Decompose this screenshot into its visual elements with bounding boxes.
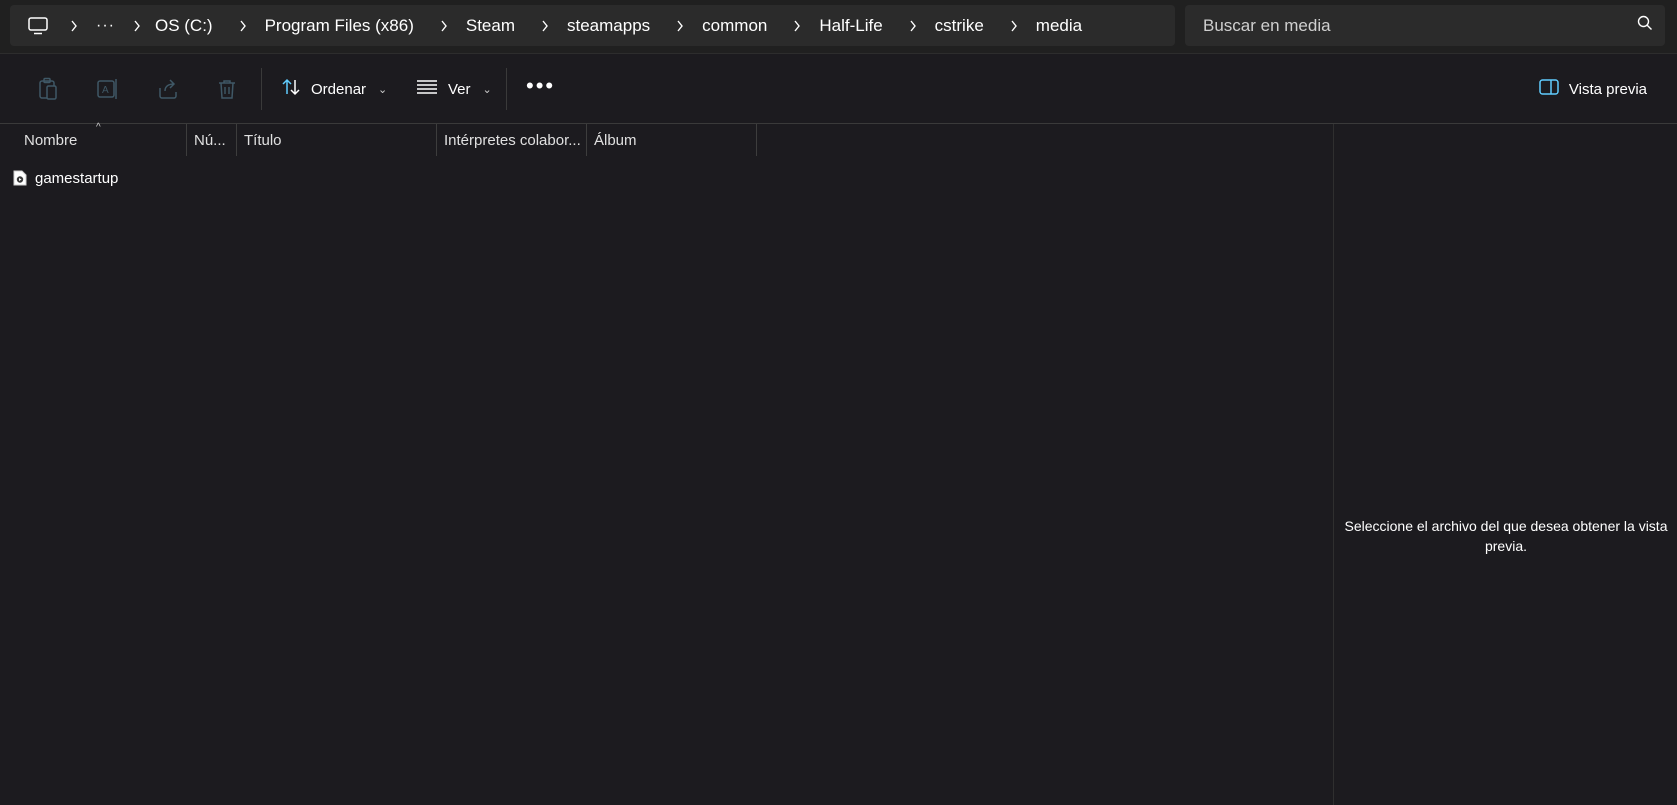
preview-message: Seleccione el archivo del que desea obte… xyxy=(1344,518,1668,554)
breadcrumb-item-os-c[interactable]: OS (C:) xyxy=(155,16,213,36)
column-divider[interactable] xyxy=(236,124,237,156)
breadcrumb-item-steamapps[interactable]: steamapps xyxy=(567,16,650,36)
breadcrumb-item-program-files[interactable]: Program Files (x86) xyxy=(265,16,414,36)
command-divider xyxy=(506,68,507,110)
file-explorer-window: ··· OS (C:) Program Files (x86) Steam st… xyxy=(0,0,1677,805)
address-row: ··· OS (C:) Program Files (x86) Steam st… xyxy=(0,0,1677,54)
column-divider[interactable] xyxy=(756,124,757,156)
column-header-number[interactable]: Nú... xyxy=(194,124,226,156)
breadcrumb-item-cstrike[interactable]: cstrike xyxy=(935,16,984,36)
copy-icon[interactable] xyxy=(35,76,61,102)
svg-text:A: A xyxy=(102,85,109,96)
column-header-title[interactable]: Título xyxy=(244,124,282,156)
column-header-album[interactable]: Álbum xyxy=(594,124,637,156)
breadcrumb-item-media[interactable]: media xyxy=(1036,16,1082,36)
sort-ascending-icon: ^ xyxy=(96,122,101,133)
chevron-right-icon[interactable] xyxy=(436,18,452,34)
command-bar: A Ordenar ⌄ Ver ⌄ ••• Vista previa xyxy=(0,54,1677,124)
sort-icon xyxy=(281,77,301,101)
search-box[interactable]: Buscar en media xyxy=(1185,5,1665,46)
sort-label: Ordenar xyxy=(311,80,367,98)
file-list: ^ Nombre Nú... Título Intérpretes colabo… xyxy=(0,122,1333,805)
chevron-right-icon[interactable] xyxy=(672,18,688,34)
preview-label: Vista previa xyxy=(1568,80,1647,98)
preview-pane-icon xyxy=(1539,79,1559,99)
column-header-name[interactable]: Nombre xyxy=(24,124,77,156)
chevron-right-icon[interactable] xyxy=(905,18,921,34)
chevron-down-icon: ⌄ xyxy=(482,83,492,96)
share-icon[interactable] xyxy=(155,76,181,102)
chevron-right-icon[interactable] xyxy=(129,18,145,34)
chevron-right-icon[interactable] xyxy=(789,18,805,34)
breadcrumb-item-common[interactable]: common xyxy=(702,16,767,36)
command-divider xyxy=(261,68,262,110)
file-name: gamestartup xyxy=(35,169,119,187)
breadcrumb-item-steam[interactable]: Steam xyxy=(466,16,515,36)
column-divider[interactable] xyxy=(186,124,187,156)
column-divider[interactable] xyxy=(586,124,587,156)
breadcrumb[interactable]: ··· OS (C:) Program Files (x86) Steam st… xyxy=(10,5,1175,46)
video-file-icon xyxy=(13,170,27,186)
delete-icon[interactable] xyxy=(214,76,240,102)
more-options-button[interactable]: ••• xyxy=(526,75,555,97)
search-input[interactable]: Buscar en media xyxy=(1203,16,1331,36)
rename-icon[interactable]: A xyxy=(95,76,121,102)
search-icon[interactable] xyxy=(1637,15,1653,36)
view-label: Ver xyxy=(448,80,471,98)
column-header-row: ^ Nombre Nú... Título Intérpretes colabo… xyxy=(0,122,760,156)
chevron-right-icon[interactable] xyxy=(1006,18,1022,34)
chevron-right-icon[interactable] xyxy=(235,18,251,34)
chevron-down-icon: ⌄ xyxy=(378,83,388,96)
chevron-right-icon[interactable] xyxy=(537,18,553,34)
column-divider[interactable] xyxy=(436,124,437,156)
preview-pane: Seleccione el archivo del que desea obte… xyxy=(1333,124,1677,805)
list-item[interactable]: gamestartup xyxy=(0,166,300,190)
sort-button[interactable]: Ordenar ⌄ xyxy=(281,72,387,106)
breadcrumb-item-half-life[interactable]: Half-Life xyxy=(819,16,882,36)
view-button[interactable]: Ver ⌄ xyxy=(416,72,492,106)
chevron-right-icon[interactable] xyxy=(66,18,82,34)
view-list-icon xyxy=(416,79,438,99)
breadcrumb-overflow[interactable]: ··· xyxy=(96,17,115,35)
monitor-icon[interactable] xyxy=(24,15,52,37)
column-header-artists[interactable]: Intérpretes colabor... xyxy=(444,124,581,156)
preview-toggle-button[interactable]: Vista previa xyxy=(1539,72,1647,106)
